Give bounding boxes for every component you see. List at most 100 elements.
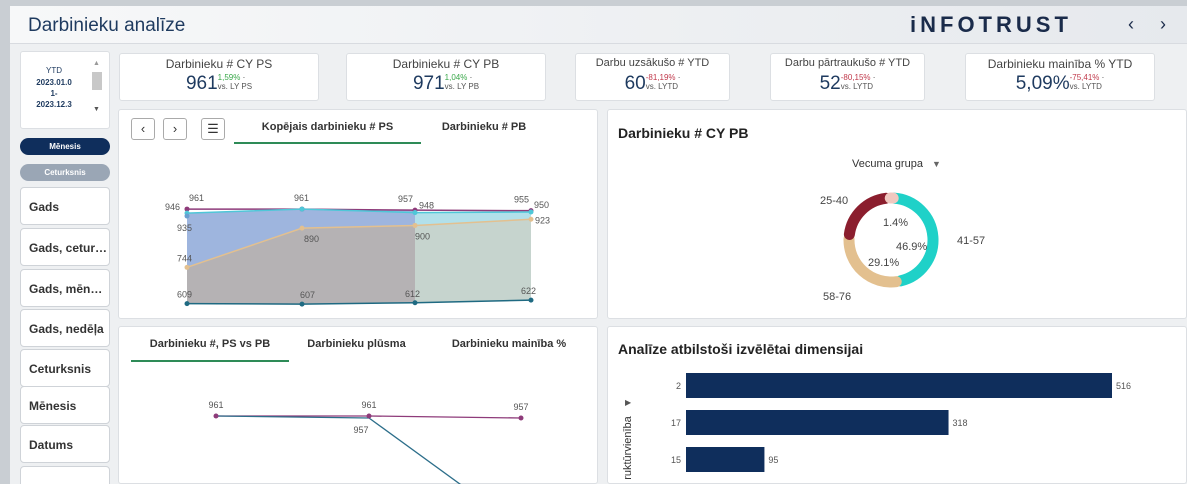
kpi-value: 971 — [412, 73, 445, 94]
area-point — [412, 300, 418, 306]
donut-chart: 41-57 58-76 25-40 46.9% 29.1% 1.4% — [820, 192, 985, 303]
kpi-delta: 1,04% — [444, 73, 468, 82]
area-chart: 946 961 935 744 609 961 890 607 957 948 900 612 955 9… — [165, 193, 550, 307]
dim-button-extra[interactable] — [20, 466, 110, 484]
area-point — [528, 297, 534, 303]
date-start: 2023.01.0 — [36, 78, 72, 87]
infotrust-logo: iNFOTRUST — [910, 12, 1072, 37]
area-data-label: 948 — [419, 201, 434, 211]
dim-button-gads[interactable]: Gads — [20, 187, 110, 225]
area-point — [528, 216, 534, 222]
bar-value-label: 318 — [953, 418, 968, 428]
area-data-label: 609 — [177, 290, 192, 300]
line-chart: 961 961 957 957 — [208, 400, 529, 484]
area-point — [299, 301, 305, 307]
dim-button-gads-ceturksnis[interactable]: Gads, cetur… — [20, 228, 110, 266]
ps-vs-pb-panel: Darbinieku #, PS vs PB Darbinieku plūsma… — [118, 326, 598, 484]
kpi-card-turnover: Darbinieku mainība % YTD 5,09%-75,41% · v… — [965, 53, 1155, 101]
kpi-delta: 1,59% — [217, 73, 241, 82]
kpi-delta: -75,41% — [1069, 73, 1100, 82]
date-scrollbar[interactable]: ▲ ▼ — [90, 60, 104, 114]
dim-button-gads-nedela[interactable]: Gads, nedēļa — [20, 309, 110, 347]
donut-category-label: 58-76 — [823, 291, 851, 303]
kpi-comparison: vs. LYTD — [1069, 82, 1102, 91]
area-data-label: 612 — [405, 289, 420, 299]
scroll-up-icon[interactable]: ▲ — [93, 60, 100, 67]
date-range-slicer[interactable]: YTD 2023.01.0 1- 2023.12.3 ▲ ▼ — [20, 51, 110, 129]
donut-slice — [843, 192, 892, 240]
area-data-label: 957 — [398, 194, 413, 204]
kpi-card-cy-ps: Darbinieku # CY PS 9611,59% · vs. LY PS — [119, 53, 319, 101]
area-data-label: 923 — [535, 215, 550, 225]
series-pb-line — [368, 417, 461, 484]
line-data-label: 957 — [353, 425, 368, 435]
kpi-comparison: vs. LY PS — [217, 82, 253, 91]
line-point — [518, 415, 524, 421]
donut-value-label: 1.4% — [883, 217, 908, 229]
kpi-title: Darbinieku # CY PS — [165, 57, 273, 71]
toggle-quarter[interactable]: Ceturksnis — [20, 164, 110, 181]
series-ps-line — [368, 415, 522, 419]
kpi-delta: -80,15% — [840, 73, 871, 82]
kpi-title: Darbu uzsākušo # YTD — [595, 57, 710, 69]
line-point — [366, 413, 372, 419]
kpi-card-started: Darbu uzsākušo # YTD 60-81,19% · vs. LYTD — [575, 53, 730, 101]
scroll-down-icon[interactable]: ▼ — [93, 106, 100, 113]
bar-17 — [686, 410, 949, 435]
area-point — [184, 301, 190, 307]
kpi-value: 5,09% — [1015, 73, 1070, 94]
area-data-label: 955 — [514, 195, 529, 205]
area-data-label: 607 — [300, 290, 315, 300]
donut-value-label: 29.1% — [868, 257, 899, 269]
bar-2 — [686, 373, 1112, 398]
bar-chart: 2 516 17 318 15 95 — [671, 373, 1131, 472]
kpi-value: 60 — [624, 73, 646, 94]
donut-category-label: 25-40 — [820, 195, 848, 207]
area-point — [412, 222, 418, 228]
app-window: Darbinieku analīze iNFOTRUST ‹ › YTD 202… — [10, 6, 1187, 484]
area-point — [299, 225, 305, 231]
area-point — [299, 206, 305, 212]
donut-slice — [888, 192, 939, 287]
bar-category-label: 17 — [671, 418, 681, 428]
bar-value-label: 516 — [1116, 381, 1131, 391]
area-data-label: 890 — [304, 234, 319, 244]
ytd-label: YTD — [46, 66, 62, 75]
bar-15 — [686, 447, 765, 472]
area-data-label: 622 — [521, 286, 536, 296]
area-data-label: 935 — [177, 223, 192, 233]
page-title: Darbinieku analīze — [28, 15, 186, 36]
area-data-label: 961 — [189, 193, 204, 203]
kpi-value: 961 — [185, 73, 218, 94]
prev-page-icon[interactable]: ‹ — [1122, 14, 1140, 35]
kpi-value: 52 — [819, 73, 841, 94]
dim-button-ceturksnis[interactable]: Ceturksnis — [20, 349, 110, 387]
bar-category-label: 2 — [676, 381, 681, 391]
dim-button-datums[interactable]: Datums — [20, 425, 110, 463]
area-point — [412, 210, 418, 216]
date-end: 2023.12.3 — [36, 100, 72, 109]
area-data-label: 946 — [165, 202, 180, 212]
line-data-label: 961 — [208, 400, 223, 410]
area-fill-end — [415, 219, 531, 303]
kpi-title: Darbu pārtraukušo # YTD — [784, 57, 911, 69]
toggle-month[interactable]: Mēnesis — [20, 138, 110, 155]
donut-panel: Darbinieku # CY PB Vecuma grupa ▼ 41-57 5… — [607, 109, 1187, 319]
bar-value-label: 95 — [768, 455, 778, 465]
kpi-title: Darbinieku # CY PB — [392, 57, 500, 71]
kpi-comparison: vs. LYTD — [840, 82, 874, 91]
kpi-card-cy-pb: Darbinieku # CY PB 9711,04% · vs. LY PB — [346, 53, 546, 101]
line-data-label: 961 — [361, 400, 376, 410]
scroll-thumb[interactable] — [92, 72, 102, 90]
dim-button-menesis[interactable]: Mēnesis — [20, 386, 110, 424]
kpi-comparison: vs. LYTD — [645, 82, 679, 91]
next-page-icon[interactable]: › — [1154, 14, 1172, 35]
kpi-comparison: vs. LY PB — [444, 82, 480, 91]
dimension-bar-panel: Analīze atbilstoši izvēlētai dimensijai … — [607, 326, 1187, 484]
area-data-label: 950 — [534, 200, 549, 210]
headcount-area-panel: ‹ › ☰ Kopējais darbinieku # PS Darbiniek… — [118, 109, 598, 319]
area-data-label: 744 — [177, 253, 192, 263]
area-point — [184, 213, 190, 219]
dim-button-gads-menesis[interactable]: Gads, mēn… — [20, 269, 110, 307]
line-data-label: 957 — [513, 402, 528, 412]
